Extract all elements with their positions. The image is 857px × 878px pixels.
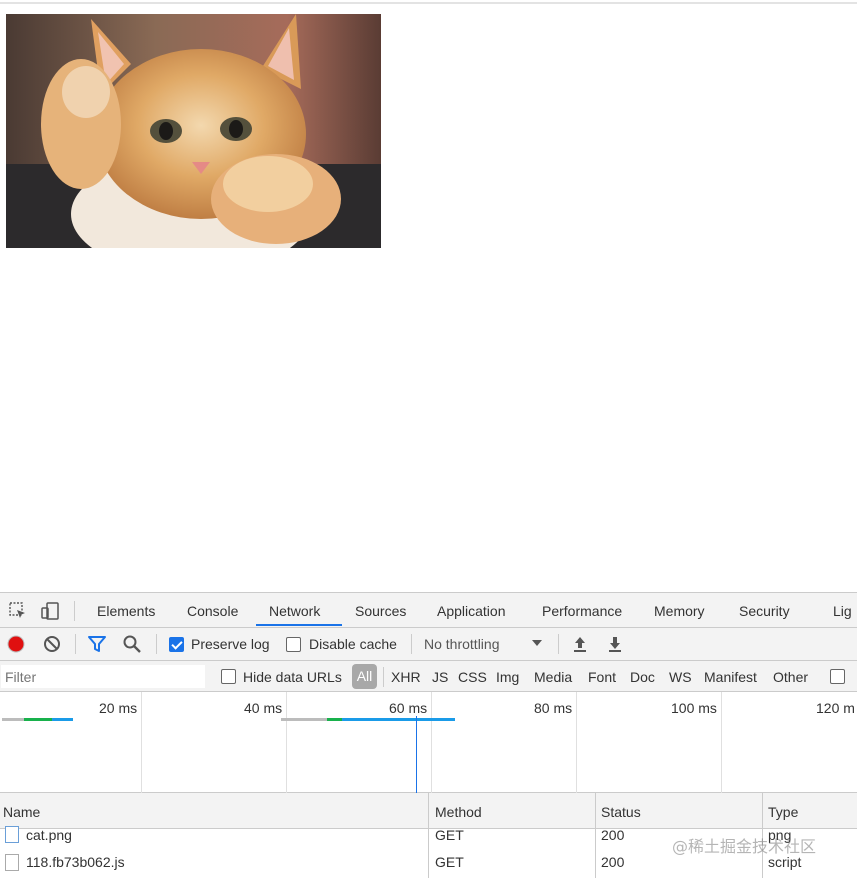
preserve-log-label: Preserve log [191,636,270,652]
type-filter-other[interactable]: Other [773,668,808,686]
timeline-tick-label: 60 ms [389,700,428,716]
type-filter-font[interactable]: Font [588,668,616,686]
timeline-gridline [286,692,287,793]
record-icon[interactable] [6,634,26,654]
timeline-tick-label: 40 ms [244,700,283,716]
device-toolbar-icon[interactable] [40,601,60,621]
timeline-tick-label: 100 ms [671,700,717,716]
script-file-icon [5,854,19,871]
request-name: 118.fb73b062.js [26,854,125,870]
filter-bar: Hide data URLs All XHR JS CSS Img Media … [0,661,857,692]
tab-console[interactable]: Console [187,593,238,627]
request-method: GET [435,854,464,870]
column-divider[interactable] [595,793,596,878]
tab-sources[interactable]: Sources [355,593,406,627]
timeline-overview[interactable]: 20 ms 40 ms 60 ms 80 ms 100 ms 120 m [0,692,857,793]
request-status: 200 [601,827,625,843]
timeline-request-stalled-bar [281,718,327,721]
toolbar-separator [411,634,412,654]
tab-lighthouse[interactable]: Lig [833,593,852,627]
column-divider[interactable] [428,793,429,878]
search-icon[interactable] [122,634,142,654]
type-filter-all[interactable]: All [352,664,377,689]
chevron-down-icon[interactable] [529,635,549,655]
filterbar-separator [383,667,384,687]
tabbar-separator [74,601,75,621]
network-toolbar: Preserve log Disable cache No throttling [0,628,857,661]
filter-input[interactable] [1,665,205,688]
timeline-request-download-bar [342,718,455,721]
timeline-gridline [576,692,577,793]
header-status[interactable]: Status [601,804,641,820]
tab-application[interactable]: Application [437,593,506,627]
type-filter-manifest[interactable]: Manifest [704,668,757,686]
filter-icon[interactable] [87,634,107,654]
header-type[interactable]: Type [768,804,798,820]
has-blocked-cookies-checkbox[interactable] [830,669,845,684]
web-page [0,0,857,592]
toolbar-separator [156,634,157,654]
header-method[interactable]: Method [435,804,482,820]
throttling-select[interactable]: No throttling [424,635,499,653]
request-method: GET [435,827,464,843]
timeline-tick-label: 20 ms [99,700,138,716]
tab-elements[interactable]: Elements [97,593,155,627]
cat-image [6,14,381,248]
devtools-tabbar: Elements Console Network Sources Applica… [0,593,857,628]
timeline-request-download-bar [52,718,73,721]
hide-data-urls-label: Hide data URLs [243,669,342,685]
type-filter-img[interactable]: Img [496,668,519,686]
clear-icon[interactable] [42,634,62,654]
tab-memory[interactable]: Memory [654,593,705,627]
type-filter-xhr[interactable]: XHR [391,668,421,686]
request-status: 200 [601,854,625,870]
watermark: @稀土掘金技术社区 [672,837,817,856]
timeline-gridline [431,692,432,793]
timeline-tick-label: 80 ms [534,700,573,716]
timeline-request-waiting-bar [327,718,342,721]
export-har-icon[interactable] [605,634,625,654]
timeline-request-stalled-bar [2,718,24,721]
type-filter-js[interactable]: JS [432,668,448,686]
disable-cache-checkbox[interactable] [286,637,301,652]
hide-data-urls-checkbox[interactable] [221,669,236,684]
active-tab-indicator [256,624,342,626]
timeline-tick-label: 120 m [816,700,855,716]
header-name[interactable]: Name [3,804,40,820]
import-har-icon[interactable] [570,634,590,654]
timeline-gridline [141,692,142,793]
type-filter-media[interactable]: Media [534,668,572,686]
timeline-request-waiting-bar [24,718,52,721]
toolbar-separator [75,634,76,654]
type-filter-ws[interactable]: WS [669,668,692,686]
timeline-dom-content-loaded-marker [416,716,417,793]
disable-cache-label: Disable cache [309,636,397,652]
request-name: cat.png [26,827,72,843]
type-filter-doc[interactable]: Doc [630,668,655,686]
timeline-gridline [721,692,722,793]
toolbar-separator [558,634,559,654]
tab-performance[interactable]: Performance [542,593,622,627]
image-file-icon [5,826,19,843]
inspect-element-icon[interactable] [8,601,28,621]
tab-security[interactable]: Security [739,593,790,627]
tab-network[interactable]: Network [269,593,320,627]
type-filter-css[interactable]: CSS [458,668,487,686]
preserve-log-checkbox[interactable] [169,637,184,652]
